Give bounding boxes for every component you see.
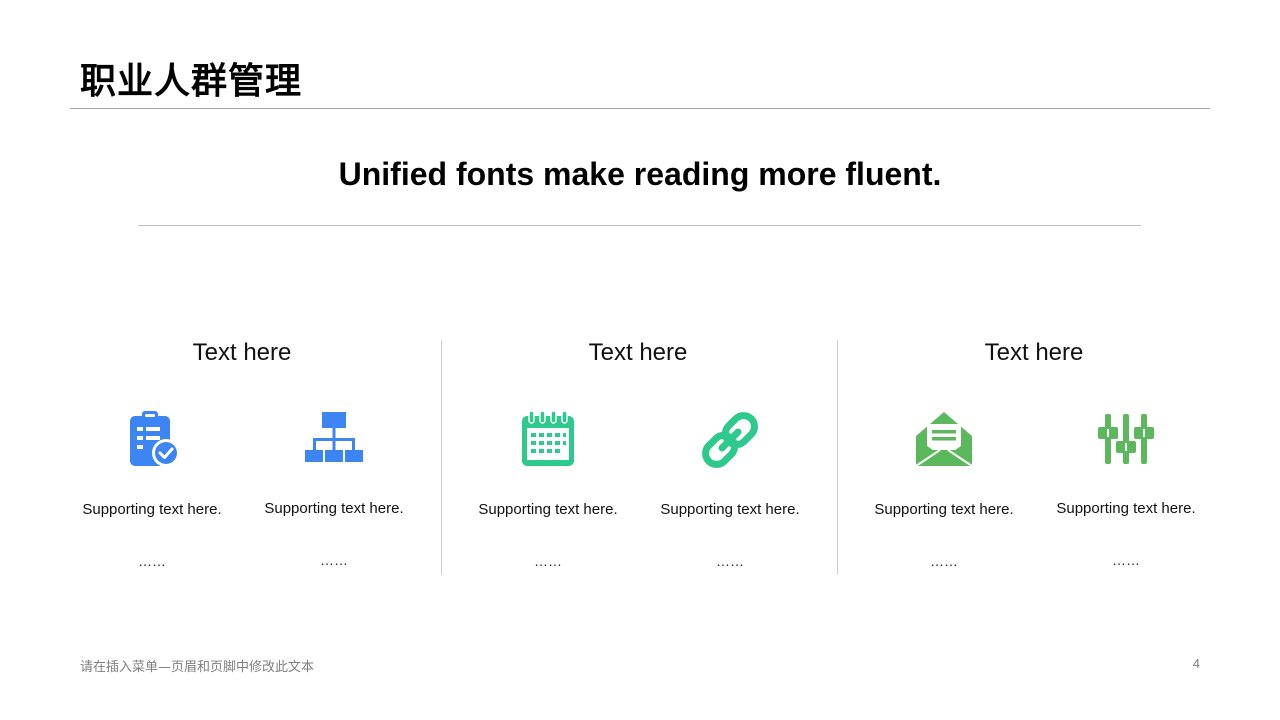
sliders-icon	[1094, 408, 1158, 472]
feature-item: Supporting text here. ……	[62, 408, 242, 570]
feature-item: Supporting text here. ……	[854, 408, 1034, 570]
ellipsis-text: ……	[138, 553, 166, 569]
ellipsis-text: ……	[930, 553, 958, 569]
supporting-text: Supporting text here.	[660, 501, 800, 518]
subtitle-divider	[138, 225, 1141, 226]
supporting-text: Supporting text here.	[874, 501, 1014, 518]
sitemap-icon	[302, 408, 366, 472]
feature-column-2: Text here Supporting text here. …… Suppo…	[440, 330, 836, 590]
feature-column-1: Text here Supporting text here. …… Suppo…	[44, 330, 440, 590]
footer-text: 请在插入菜单—页眉和页脚中修改此文本	[80, 660, 315, 675]
supporting-text: Supporting text here.	[1056, 500, 1196, 517]
feature-item: Supporting text here. ……	[640, 408, 820, 570]
feature-item: Supporting text here. ……	[1036, 408, 1216, 569]
slide-subtitle: Unified fonts make reading more fluent.	[338, 156, 942, 192]
ellipsis-text: ……	[320, 552, 348, 568]
column-heading: Text here	[984, 339, 1084, 366]
open-envelope-icon	[912, 408, 976, 472]
supporting-text: Supporting text here.	[82, 501, 222, 518]
ellipsis-text: ……	[1112, 552, 1140, 568]
link-icon	[698, 408, 762, 472]
feature-column-3: Text here Supporting text here. …… Suppo…	[836, 330, 1232, 590]
title-divider	[70, 108, 1210, 109]
feature-item: Supporting text here. ……	[458, 408, 638, 570]
page-number: 4	[1192, 656, 1200, 671]
slide-title: 职业人群管理	[80, 61, 303, 102]
feature-item: Supporting text here. ……	[244, 408, 424, 569]
supporting-text: Supporting text here.	[478, 501, 618, 518]
clipboard-check-icon	[120, 408, 184, 472]
supporting-text: Supporting text here.	[264, 500, 404, 517]
ellipsis-text: ……	[534, 553, 562, 569]
ellipsis-text: ……	[716, 553, 744, 569]
calendar-icon	[516, 408, 580, 472]
column-heading: Text here	[588, 339, 688, 366]
column-heading: Text here	[192, 339, 292, 366]
